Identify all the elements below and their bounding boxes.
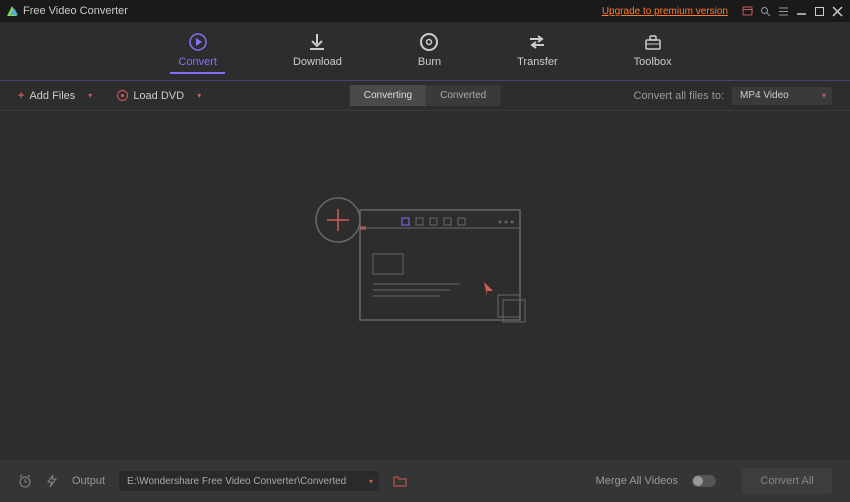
plus-icon: + bbox=[18, 90, 24, 102]
upgrade-link[interactable]: Upgrade to premium version bbox=[602, 6, 728, 17]
chevron-down-icon: ▾ bbox=[88, 91, 92, 100]
toolbar: + Add Files ▾ Load DVD ▾ Converting Conv… bbox=[0, 81, 850, 111]
download-icon bbox=[307, 32, 327, 52]
tab-converted[interactable]: Converted bbox=[426, 85, 500, 106]
output-label: Output bbox=[72, 475, 105, 487]
maximize-icon[interactable] bbox=[812, 4, 826, 18]
convert-icon bbox=[188, 32, 208, 52]
flash-icon[interactable] bbox=[46, 474, 58, 488]
load-dvd-button[interactable]: Load DVD ▾ bbox=[117, 90, 201, 102]
convert-all-button[interactable]: Convert All bbox=[742, 468, 832, 494]
drop-placeholder-icon bbox=[310, 192, 540, 352]
nav-burn[interactable]: Burn bbox=[410, 28, 449, 74]
open-folder-icon[interactable] bbox=[393, 475, 407, 487]
status-segment: Converting Converted bbox=[350, 85, 501, 106]
app-title: Free Video Converter bbox=[23, 5, 128, 17]
nav-transfer-label: Transfer bbox=[517, 56, 558, 68]
toolbox-icon bbox=[643, 32, 663, 52]
disc-icon bbox=[117, 90, 128, 101]
burn-icon bbox=[419, 32, 439, 52]
convert-to-label: Convert all files to: bbox=[634, 90, 724, 102]
title-bar: Free Video Converter Upgrade to premium … bbox=[0, 0, 850, 22]
add-files-label: Add Files bbox=[29, 90, 75, 102]
load-dvd-label: Load DVD bbox=[133, 90, 184, 102]
nav-toolbox[interactable]: Toolbox bbox=[626, 28, 680, 74]
format-dropdown[interactable]: MP4 Video bbox=[732, 87, 832, 105]
close-icon[interactable] bbox=[830, 4, 844, 18]
nav-download[interactable]: Download bbox=[285, 28, 350, 74]
menu-icon[interactable] bbox=[776, 4, 790, 18]
nav-convert-label: Convert bbox=[178, 56, 217, 68]
main-drop-area[interactable] bbox=[0, 111, 850, 433]
merge-label: Merge All Videos bbox=[596, 475, 678, 487]
nav-bar: Convert Download Burn Transfer Toolbox bbox=[0, 22, 850, 81]
minimize-icon[interactable] bbox=[794, 4, 808, 18]
merge-toggle[interactable] bbox=[692, 475, 716, 487]
chevron-down-icon: ▾ bbox=[197, 91, 201, 100]
output-path-field[interactable]: E:\Wondershare Free Video Converter\Conv… bbox=[119, 471, 379, 491]
alarm-icon[interactable] bbox=[18, 474, 32, 488]
cart-icon[interactable] bbox=[740, 4, 754, 18]
add-files-button[interactable]: + Add Files ▾ bbox=[18, 90, 92, 102]
app-logo-icon bbox=[6, 5, 18, 17]
output-path-value: E:\Wondershare Free Video Converter\Conv… bbox=[127, 476, 346, 487]
format-value: MP4 Video bbox=[740, 90, 789, 101]
transfer-icon bbox=[527, 32, 547, 52]
convert-to-group: Convert all files to: MP4 Video bbox=[634, 87, 832, 105]
nav-convert[interactable]: Convert bbox=[170, 28, 225, 74]
nav-toolbox-label: Toolbox bbox=[634, 56, 672, 68]
nav-download-label: Download bbox=[293, 56, 342, 68]
footer: Output E:\Wondershare Free Video Convert… bbox=[0, 460, 850, 502]
nav-burn-label: Burn bbox=[418, 56, 441, 68]
tab-converting[interactable]: Converting bbox=[350, 85, 426, 106]
search-icon[interactable] bbox=[758, 4, 772, 18]
chevron-down-icon[interactable]: ▾ bbox=[369, 477, 373, 486]
nav-transfer[interactable]: Transfer bbox=[509, 28, 566, 74]
